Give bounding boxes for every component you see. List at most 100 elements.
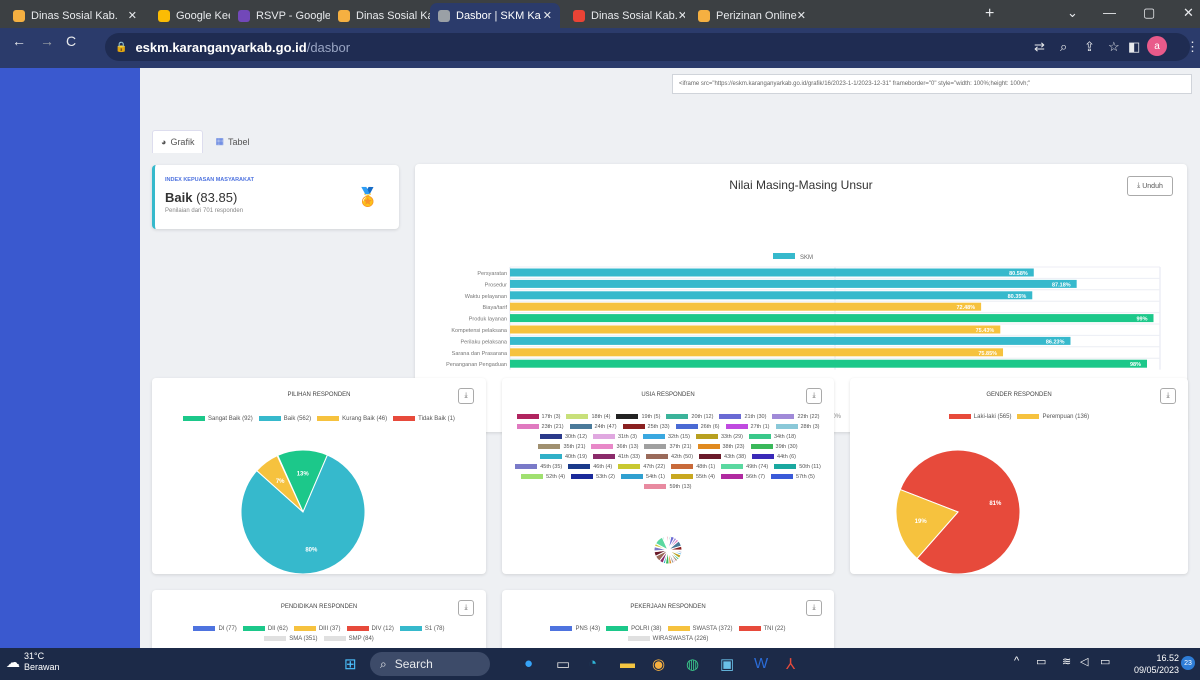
tab-grafik[interactable]: ◕ Grafik xyxy=(152,130,204,153)
weather-widget[interactable]: ☁ 31°C Berawan xyxy=(6,651,60,673)
wifi-icon[interactable]: ≋ xyxy=(1062,655,1071,668)
weather-text: 31°C Berawan xyxy=(24,651,60,673)
windows-taskbar xyxy=(0,648,1200,680)
legend-swatch xyxy=(323,635,346,641)
legend-item[interactable]: SMP (84) xyxy=(323,634,374,644)
tab-close-icon[interactable]: ✕ xyxy=(678,9,685,22)
share-icon[interactable]: ⇪ xyxy=(1084,39,1095,55)
medal-icon: 🏅 xyxy=(356,187,379,207)
pekerjaan-legend: PNS (43) POLRI (38) SWASTA (372) TNI (22) WI… xyxy=(512,624,824,644)
restore-button[interactable]: ▢ xyxy=(1143,5,1155,21)
bar-data-label: 75.43% xyxy=(976,328,995,334)
chevron-up-icon[interactable]: ^ xyxy=(1014,655,1019,667)
menu-kebab-icon[interactable]: ⋮ xyxy=(1186,39,1199,55)
taskbar-clock[interactable]: 16.52 09/05/2023 xyxy=(1134,652,1179,676)
pendidikan-legend: DI (77) DII (62) DIII (37) DIV (12) S1 (78) S… xyxy=(162,624,476,644)
view-tabs: ◕ Grafik ▦ Tabel xyxy=(152,130,257,153)
close-window-button[interactable]: ✕ xyxy=(1183,5,1194,21)
sidepanel-icon[interactable]: ◧ xyxy=(1128,39,1140,55)
legend-item[interactable]: SWASTA (372) xyxy=(667,624,733,634)
bar-category-label: Sarana dan Prasarana xyxy=(452,351,508,357)
ikm-label: INDEX KEPUASAN MASYARAKAT xyxy=(165,177,254,183)
bookmark-star-icon[interactable]: ☆ xyxy=(1108,39,1120,55)
legend-item[interactable]: POLRI (38) xyxy=(606,624,662,634)
tab-tabel-label: Tabel xyxy=(227,136,250,147)
tab-favicon-icon xyxy=(438,9,450,22)
file-explorer-icon[interactable]: ▬ xyxy=(620,655,635,672)
legend-item[interactable]: DIV (12) xyxy=(346,624,394,634)
bar xyxy=(510,348,1004,357)
minimize-button[interactable]: — xyxy=(1103,5,1116,20)
acrobat-icon[interactable]: ⅄ xyxy=(786,655,795,673)
legend-label: DI (77) xyxy=(218,626,237,632)
legend-swatch xyxy=(627,635,650,641)
tab-label: Dinas Sosial Kab. xyxy=(31,9,118,22)
tab-favicon-icon xyxy=(338,9,350,22)
browser-tab[interactable]: RSVP - Google Fo✕ xyxy=(230,3,330,28)
ikm-subtitle: Penilaian dari 701 responden xyxy=(165,208,244,214)
chat-icon[interactable]: ◍ xyxy=(686,655,699,673)
iframe-embed-code[interactable]: <iframe src="https://eskm.karanganyarkab… xyxy=(672,74,1192,94)
legend-item[interactable]: DI (77) xyxy=(193,624,237,634)
task-view-icon[interactable]: ▭ xyxy=(556,655,570,673)
legend-swatch xyxy=(242,625,265,631)
download-icon[interactable]: ⤓ xyxy=(806,600,822,616)
tab-close-icon[interactable]: ✕ xyxy=(797,9,805,22)
legend-swatch xyxy=(550,625,573,631)
pie-data-label: 81% xyxy=(989,501,1002,507)
ikm-grade: Baik xyxy=(165,190,193,205)
download-icon[interactable]: ⤓ xyxy=(458,600,474,616)
legend-item[interactable]: DII (62) xyxy=(242,624,288,634)
legend-item[interactable]: S1 (78) xyxy=(399,624,445,634)
legend-item[interactable]: PNS (43) xyxy=(550,624,600,634)
pie-data-label: 19% xyxy=(915,519,928,525)
legend-item[interactable]: WIRASWASTA (226) xyxy=(627,634,709,644)
tab-search-chevron-icon[interactable]: ⌄ xyxy=(1067,5,1078,21)
browser-tab[interactable]: Perizinan Online ✕ xyxy=(690,3,805,28)
zoom-icon[interactable]: ⌕ xyxy=(1060,39,1067,55)
browser-tab[interactable]: Dasbor | SKM Ka ✕ xyxy=(430,3,560,28)
tab-tabel[interactable]: ▦ Tabel xyxy=(207,130,257,153)
pie-data-label: 80% xyxy=(305,548,318,554)
browser-tab[interactable]: Dinas Sosial Kab.✕ xyxy=(330,3,430,28)
legend-swatch xyxy=(738,625,761,631)
chrome-icon[interactable]: ◉ xyxy=(652,655,665,673)
copilot-icon[interactable]: ● xyxy=(524,655,533,672)
url-path: /dasbor xyxy=(306,39,351,55)
browser-tab[interactable]: Google Keep✕ xyxy=(150,3,230,28)
battery-icon[interactable]: ▭ xyxy=(1100,655,1110,668)
legend-item[interactable]: SMA (351) xyxy=(264,634,318,644)
word-icon[interactable]: W xyxy=(754,655,768,672)
legend-swatch xyxy=(264,635,287,641)
notification-badge[interactable]: 23 xyxy=(1181,656,1195,670)
legend-swatch xyxy=(293,625,316,631)
bar-data-label: 86.23% xyxy=(1046,339,1065,345)
taskbar-search[interactable]: ⌕ Search xyxy=(370,652,490,676)
windows-start-icon[interactable]: ⊞ xyxy=(344,655,357,673)
legend-label: WIRASWASTA (226) xyxy=(652,636,709,642)
legend-item[interactable]: DIII (37) xyxy=(293,624,341,634)
volume-icon[interactable]: ◁ xyxy=(1080,655,1088,668)
new-tab-button[interactable]: + xyxy=(985,5,994,23)
forward-icon[interactable]: → xyxy=(40,33,54,49)
browser-tab[interactable]: Dinas Sosial Kab. ✕ xyxy=(5,3,145,28)
keyboard-icon[interactable]: ▭ xyxy=(1036,655,1046,668)
browser-tab[interactable]: Dinas Sosial Kab.✕ xyxy=(565,3,685,28)
profile-avatar[interactable]: a xyxy=(1147,36,1167,56)
pilihan-responden-card: PILIHAN RESPONDEN ⤓ Sangat Baik (92) Baik… xyxy=(152,378,486,574)
legend-item[interactable]: TNI (22) xyxy=(738,624,786,634)
tab-close-icon[interactable]: ✕ xyxy=(543,9,552,22)
legend-swatch xyxy=(193,625,216,631)
bar-category-label: Penanganan Pengaduan xyxy=(446,362,507,368)
edge-icon[interactable]: ◔ xyxy=(588,655,597,672)
reload-icon[interactable]: C xyxy=(66,33,76,49)
pilihan-pie-svg: 13% 80% 7% xyxy=(240,449,366,574)
translate-icon[interactable]: ⇄ xyxy=(1034,39,1045,55)
mail-icon[interactable]: ▣ xyxy=(720,655,734,673)
tab-close-icon[interactable]: ✕ xyxy=(128,9,137,22)
bar-data-label: 75.85% xyxy=(978,351,997,357)
back-icon[interactable]: ← xyxy=(12,33,26,49)
tab-favicon-icon xyxy=(573,9,585,22)
url-bar[interactable]: 🔒 eskm.karanganyarkab.go.id/dasbor xyxy=(105,33,1190,61)
ikm-value: Baik (83.85) xyxy=(165,190,237,205)
